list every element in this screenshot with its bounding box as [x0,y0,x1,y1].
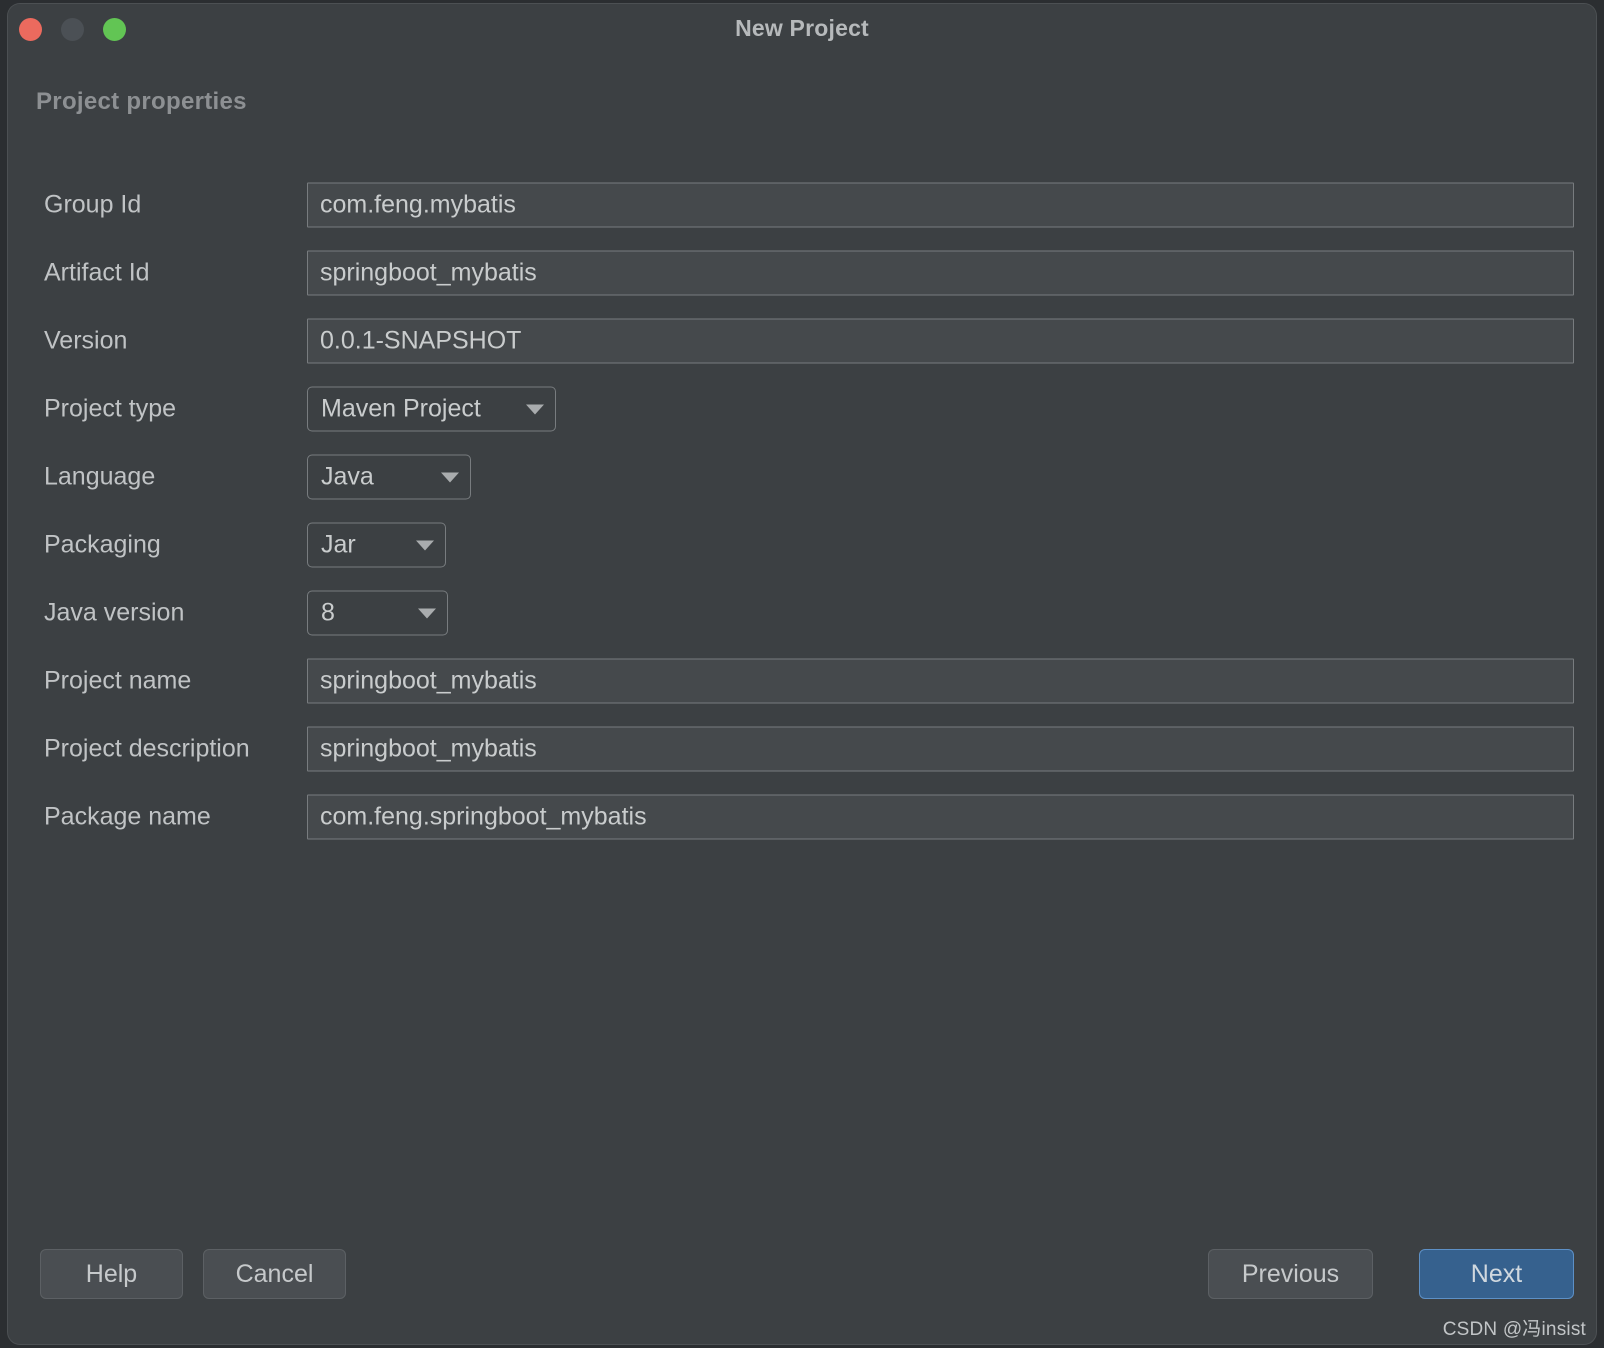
field-row-language: Language Java [8,443,1596,511]
project-name-input[interactable] [307,659,1574,704]
field-row-project-description: Project description [8,715,1596,783]
artifact-id-input[interactable] [307,251,1574,296]
field-label-java-version: Java version [44,599,184,628]
new-project-dialog-window: New Project Project properties Group Id … [8,4,1596,1344]
field-control-package-name [307,795,1574,840]
field-label-version: Version [44,327,127,356]
java-version-dropdown[interactable]: 8 [307,591,448,636]
field-label-group-id: Group Id [44,191,141,220]
version-input[interactable] [307,319,1574,364]
field-control-artifact-id [307,251,1574,296]
language-dropdown[interactable]: Java [307,455,471,500]
field-control-language: Java [307,455,1574,500]
help-button[interactable]: Help [40,1249,183,1299]
package-name-input[interactable] [307,795,1574,840]
chevron-down-icon [441,472,459,482]
watermark-text: CSDN @冯insist [1443,1314,1586,1341]
packaging-value: Jar [321,531,356,560]
packaging-dropdown[interactable]: Jar [307,523,446,568]
chevron-down-icon [416,540,434,550]
section-title: Project properties [36,88,247,116]
next-button[interactable]: Next [1419,1249,1574,1299]
field-label-packaging: Packaging [44,531,161,560]
field-row-package-name: Package name [8,783,1596,851]
field-control-group-id [307,183,1574,228]
cancel-button[interactable]: Cancel [203,1249,346,1299]
dialog-content: Project properties Group Id Artifact Id … [8,61,1596,1344]
field-control-packaging: Jar [307,523,1574,568]
project-properties-form: Group Id Artifact Id Version [8,171,1596,851]
field-row-version: Version [8,307,1596,375]
field-row-artifact-id: Artifact Id [8,239,1596,307]
field-label-project-description: Project description [44,735,250,764]
field-control-version [307,319,1574,364]
field-row-java-version: Java version 8 [8,579,1596,647]
previous-button[interactable]: Previous [1208,1249,1373,1299]
field-label-language: Language [44,463,155,492]
project-description-input[interactable] [307,727,1574,772]
field-label-package-name: Package name [44,803,211,832]
field-label-project-name: Project name [44,667,191,696]
project-type-dropdown[interactable]: Maven Project [307,387,556,432]
window-titlebar: New Project [8,4,1596,61]
chevron-down-icon [418,608,436,618]
project-type-value: Maven Project [321,395,481,424]
field-row-packaging: Packaging Jar [8,511,1596,579]
field-control-project-name [307,659,1574,704]
language-value: Java [321,463,374,492]
field-row-project-type: Project type Maven Project [8,375,1596,443]
field-label-project-type: Project type [44,395,176,424]
chevron-down-icon [526,404,544,414]
field-control-java-version: 8 [307,591,1574,636]
field-row-group-id: Group Id [8,171,1596,239]
field-control-project-type: Maven Project [307,387,1574,432]
field-label-artifact-id: Artifact Id [44,259,150,288]
java-version-value: 8 [321,599,335,628]
field-row-project-name: Project name [8,647,1596,715]
dialog-footer: Help Cancel Previous Next CSDN @冯insist [8,1225,1596,1344]
field-control-project-description [307,727,1574,772]
group-id-input[interactable] [307,183,1574,228]
window-title: New Project [8,15,1596,42]
